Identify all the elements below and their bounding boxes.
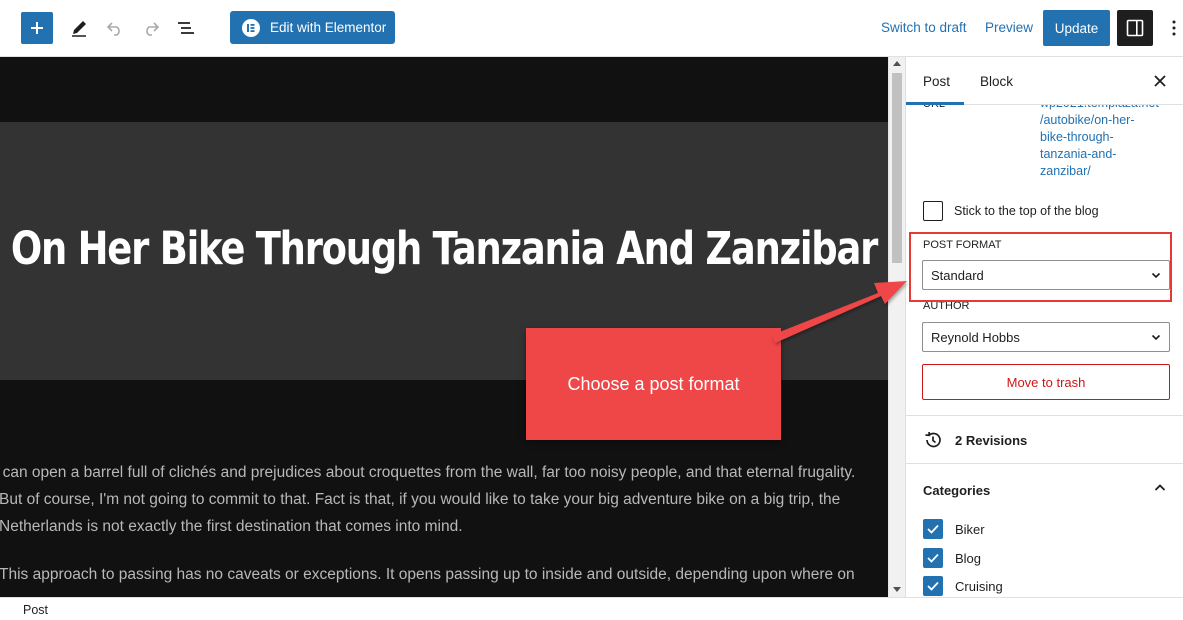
paragraph-line[interactable]: This approach to passing has no caveats …	[0, 561, 888, 588]
permalink-line: /autobike/on-her-	[1040, 113, 1135, 127]
tools-button[interactable]	[65, 14, 93, 42]
paragraph-line[interactable]: I can open a barrel full of clichés and …	[0, 459, 888, 486]
update-button[interactable]: Update	[1043, 10, 1110, 46]
category-checkbox[interactable]	[923, 519, 943, 539]
revisions-link[interactable]: 2 Revisions	[923, 430, 1027, 450]
plus-icon	[31, 22, 43, 34]
post-format-select[interactable]: Standard	[922, 260, 1170, 290]
edit-with-elementor-button[interactable]: Edit with Elementor	[230, 11, 395, 44]
close-sidebar-button[interactable]	[1150, 71, 1170, 91]
author-label: AUTHOR	[923, 300, 970, 312]
redo-button[interactable]	[137, 14, 165, 42]
more-vertical-icon	[1172, 20, 1176, 36]
permalink-link[interactable]: wp2021.templaza.net /autobike/on-her- bi…	[1040, 95, 1175, 180]
scroll-down-arrow-icon[interactable]	[893, 587, 901, 592]
move-to-trash-button[interactable]: Move to trash	[922, 364, 1170, 400]
divider	[906, 415, 1183, 416]
editor-canvas[interactable]: On Her Bike Through Tanzania And Zanziba…	[0, 57, 888, 597]
active-tab-indicator	[906, 102, 964, 105]
stick-to-top-label: Stick to the top of the blog	[954, 204, 1099, 218]
permalink-line: tanzania-and-	[1040, 147, 1117, 161]
chevron-down-icon	[1151, 272, 1161, 279]
paragraph-line[interactable]: But of course, I'm not going to commit t…	[0, 486, 888, 513]
category-checkbox[interactable]	[923, 548, 943, 568]
undo-button[interactable]	[101, 14, 129, 42]
sidebar-toggle-icon	[1126, 19, 1144, 37]
category-item[interactable]: Biker	[923, 519, 985, 539]
settings-sidebar: URL wp2021.templaza.net /autobike/on-her…	[905, 57, 1183, 597]
revisions-label: 2 Revisions	[955, 432, 1028, 448]
permalink-line: zanzibar/	[1040, 164, 1091, 178]
tab-block[interactable]: Block	[980, 74, 1013, 89]
category-item[interactable]: Blog	[923, 548, 981, 568]
scroll-up-arrow-icon[interactable]	[893, 61, 901, 66]
pencil-icon	[72, 21, 86, 37]
sidebar-tabs: Post Block	[906, 57, 1183, 105]
undo-icon	[106, 22, 120, 36]
categories-collapse-button[interactable]	[1150, 478, 1170, 498]
more-options-button[interactable]	[1164, 14, 1183, 42]
category-label: Biker	[955, 521, 985, 537]
categories-panel-title[interactable]: Categories	[923, 483, 990, 498]
author-value: Reynold Hobbs	[931, 329, 1020, 345]
elementor-button-label: Edit with Elementor	[270, 20, 387, 35]
preview-link[interactable]: Preview	[985, 20, 1033, 35]
settings-toggle-button[interactable]	[1117, 10, 1153, 46]
author-select[interactable]: Reynold Hobbs	[922, 322, 1170, 352]
list-view-button[interactable]	[172, 14, 200, 42]
post-format-value: Standard	[931, 267, 984, 283]
category-checkbox[interactable]	[923, 576, 943, 596]
post-format-label: POST FORMAT	[923, 239, 1002, 251]
editor-toolbar: Edit with Elementor Switch to draft Prev…	[0, 0, 1183, 57]
scroll-thumb[interactable]	[892, 73, 902, 263]
tab-post[interactable]: Post	[923, 74, 950, 89]
add-block-button[interactable]	[21, 12, 53, 44]
list-view-icon	[178, 22, 194, 34]
category-label: Blog	[955, 550, 982, 566]
permalink-line: bike-through-	[1040, 130, 1114, 144]
checkmark-icon	[927, 524, 939, 534]
checkmark-icon	[927, 553, 939, 563]
breadcrumb-item[interactable]: Post	[23, 603, 48, 617]
category-item[interactable]: Cruising	[923, 576, 1003, 596]
close-icon	[1154, 75, 1166, 87]
annotation-callout: Choose a post format	[526, 328, 781, 440]
canvas-scrollbar[interactable]	[888, 57, 905, 597]
chevron-up-icon	[1154, 484, 1166, 491]
stick-to-top-checkbox[interactable]	[923, 201, 943, 221]
category-label: Cruising	[955, 578, 1003, 594]
redo-icon	[146, 22, 160, 36]
paragraph-line[interactable]: Netherlands is not exactly the first des…	[0, 513, 888, 540]
switch-to-draft-link[interactable]: Switch to draft	[881, 20, 967, 35]
divider	[906, 463, 1183, 464]
history-icon	[925, 431, 941, 448]
checkmark-icon	[927, 581, 939, 591]
block-breadcrumb-bar: Post	[0, 597, 1183, 620]
elementor-logo-icon	[242, 18, 260, 37]
chevron-down-icon	[1151, 334, 1161, 341]
